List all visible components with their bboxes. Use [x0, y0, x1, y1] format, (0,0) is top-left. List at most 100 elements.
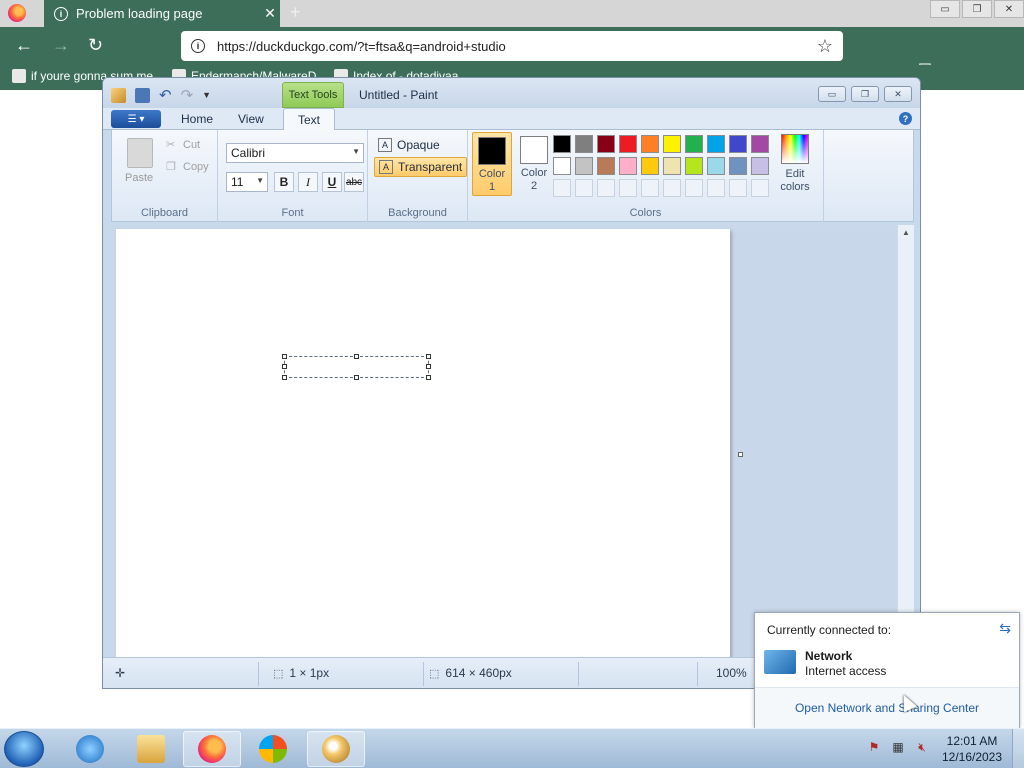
- edit-colors-button[interactable]: Edit colors: [775, 134, 815, 194]
- close-button[interactable]: ✕: [994, 0, 1024, 18]
- bold-button[interactable]: B: [274, 172, 294, 192]
- back-arrow-icon[interactable]: ←: [15, 35, 33, 55]
- palette-empty-slot[interactable]: [619, 179, 637, 197]
- palette-color-swatch[interactable]: [553, 157, 571, 175]
- paint-title-bar[interactable]: ↶ ↷ ▼ Text Tools Untitled - Paint ▭ ❐ ✕: [103, 78, 920, 108]
- site-info-icon[interactable]: i: [191, 39, 205, 53]
- palette-empty-slot[interactable]: [685, 179, 703, 197]
- palette-empty-slot[interactable]: [597, 179, 615, 197]
- qat-dropdown-icon[interactable]: ▼: [202, 90, 211, 100]
- vertical-scrollbar[interactable]: ▲: [897, 225, 914, 657]
- tab-home[interactable]: Home: [181, 112, 213, 126]
- palette-color-swatch[interactable]: [619, 157, 637, 175]
- paint-maximize-button[interactable]: ❐: [851, 86, 879, 102]
- palette-color-swatch[interactable]: [751, 157, 769, 175]
- strikethrough-button[interactable]: abc: [344, 172, 364, 192]
- transparent-option[interactable]: A Transparent: [374, 157, 468, 177]
- palette-color-swatch[interactable]: [685, 135, 703, 153]
- tab-close-icon[interactable]: ✕: [260, 5, 280, 22]
- resize-handle[interactable]: [354, 375, 359, 380]
- maximize-button[interactable]: ❐: [962, 0, 992, 18]
- paint-app-icon[interactable]: [111, 87, 126, 103]
- palette-color-swatch[interactable]: [641, 135, 659, 153]
- scissors-icon: ✂: [166, 139, 176, 151]
- paste-button[interactable]: Paste: [125, 172, 153, 184]
- undo-icon[interactable]: ↶: [159, 86, 172, 104]
- palette-empty-slot[interactable]: [641, 179, 659, 197]
- tab-view[interactable]: View: [238, 112, 264, 126]
- resize-handle[interactable]: [426, 354, 431, 359]
- taskbar-clock[interactable]: 12:01 AM 12/16/2023: [940, 733, 1004, 765]
- taskbar-ie-button[interactable]: [61, 731, 119, 767]
- volume-muted-icon[interactable]: 🔇︎: [914, 739, 930, 755]
- url-bar[interactable]: i https://duckduckgo.com/?t=ftsa&q=andro…: [181, 31, 843, 61]
- paste-icon[interactable]: [127, 138, 153, 168]
- opaque-option[interactable]: A Opaque: [374, 135, 444, 155]
- color1-button[interactable]: Color 1: [472, 132, 512, 196]
- palette-empty-slot[interactable]: [729, 179, 747, 197]
- resize-handle[interactable]: [282, 364, 287, 369]
- palette-color-swatch[interactable]: [663, 135, 681, 153]
- copy-button[interactable]: ❐ Copy: [166, 160, 209, 174]
- taskbar-paint-button[interactable]: [307, 731, 365, 767]
- palette-color-swatch[interactable]: [729, 135, 747, 153]
- cut-button[interactable]: ✂ Cut: [166, 138, 200, 152]
- scroll-up-icon[interactable]: ▲: [902, 228, 910, 237]
- font-family-select[interactable]: Calibri ▼: [226, 143, 364, 163]
- paint-close-button[interactable]: ✕: [884, 86, 912, 102]
- network-sharing-center-link[interactable]: Open Network and Sharing Center: [795, 701, 979, 715]
- canvas-resize-handle[interactable]: [738, 452, 743, 457]
- action-center-icon[interactable]: ⚑: [866, 739, 882, 755]
- color2-button[interactable]: Color 2: [514, 132, 554, 196]
- ribbon: Paste ✂ Cut ❐ Copy Clipboard Calibri ▼ 1…: [111, 130, 914, 222]
- palette-empty-slot[interactable]: [751, 179, 769, 197]
- reload-icon[interactable]: ↻: [88, 35, 103, 55]
- bookmark-star-icon[interactable]: ☆: [817, 36, 833, 57]
- paint-minimize-button[interactable]: ▭: [818, 86, 846, 102]
- network-tray-icon[interactable]: ▦: [890, 739, 906, 755]
- palette-color-swatch[interactable]: [553, 135, 571, 153]
- font-size-select[interactable]: 11 ▼: [226, 172, 268, 192]
- text-input-box[interactable]: [282, 354, 431, 380]
- palette-color-swatch[interactable]: [729, 157, 747, 175]
- palette-color-swatch[interactable]: [597, 157, 615, 175]
- paint-menu-button[interactable]: ☰ ▾: [111, 110, 161, 128]
- refresh-icon[interactable]: ⇆: [999, 620, 1011, 637]
- resize-handle[interactable]: [282, 354, 287, 359]
- palette-color-swatch[interactable]: [619, 135, 637, 153]
- palette-color-swatch[interactable]: [575, 135, 593, 153]
- palette-color-swatch[interactable]: [751, 135, 769, 153]
- palette-color-swatch[interactable]: [597, 135, 615, 153]
- help-icon[interactable]: ?: [899, 112, 912, 125]
- resize-handle[interactable]: [426, 364, 431, 369]
- palette-color-swatch[interactable]: [685, 157, 703, 175]
- palette-empty-slot[interactable]: [553, 179, 571, 197]
- minimize-button[interactable]: ▭: [930, 0, 960, 18]
- palette-color-swatch[interactable]: [663, 157, 681, 175]
- palette-color-swatch[interactable]: [575, 157, 593, 175]
- palette-color-swatch[interactable]: [641, 157, 659, 175]
- resize-handle[interactable]: [426, 375, 431, 380]
- start-button[interactable]: [4, 731, 44, 767]
- palette-color-swatch[interactable]: [707, 135, 725, 153]
- resize-handle[interactable]: [354, 354, 359, 359]
- redo-icon[interactable]: ↷: [181, 86, 194, 104]
- taskbar-media-button[interactable]: [244, 731, 302, 767]
- palette-empty-slot[interactable]: [707, 179, 725, 197]
- resize-handle[interactable]: [282, 375, 287, 380]
- forward-arrow-icon[interactable]: →: [52, 35, 70, 55]
- tab-text[interactable]: Text: [283, 108, 336, 131]
- palette-color-swatch[interactable]: [707, 157, 725, 175]
- clipboard-group-label: Clipboard: [140, 207, 189, 219]
- new-tab-button[interactable]: +: [290, 2, 301, 23]
- underline-button[interactable]: U: [322, 172, 342, 192]
- italic-button[interactable]: I: [298, 172, 318, 192]
- palette-empty-slot[interactable]: [663, 179, 681, 197]
- save-icon[interactable]: [135, 87, 150, 103]
- browser-tab-active[interactable]: i Problem loading page ✕: [44, 0, 280, 27]
- taskbar-firefox-button[interactable]: [183, 731, 241, 767]
- drawing-canvas[interactable]: [116, 229, 730, 661]
- show-desktop-button[interactable]: [1012, 729, 1024, 768]
- taskbar-explorer-button[interactable]: [122, 731, 180, 767]
- palette-empty-slot[interactable]: [575, 179, 593, 197]
